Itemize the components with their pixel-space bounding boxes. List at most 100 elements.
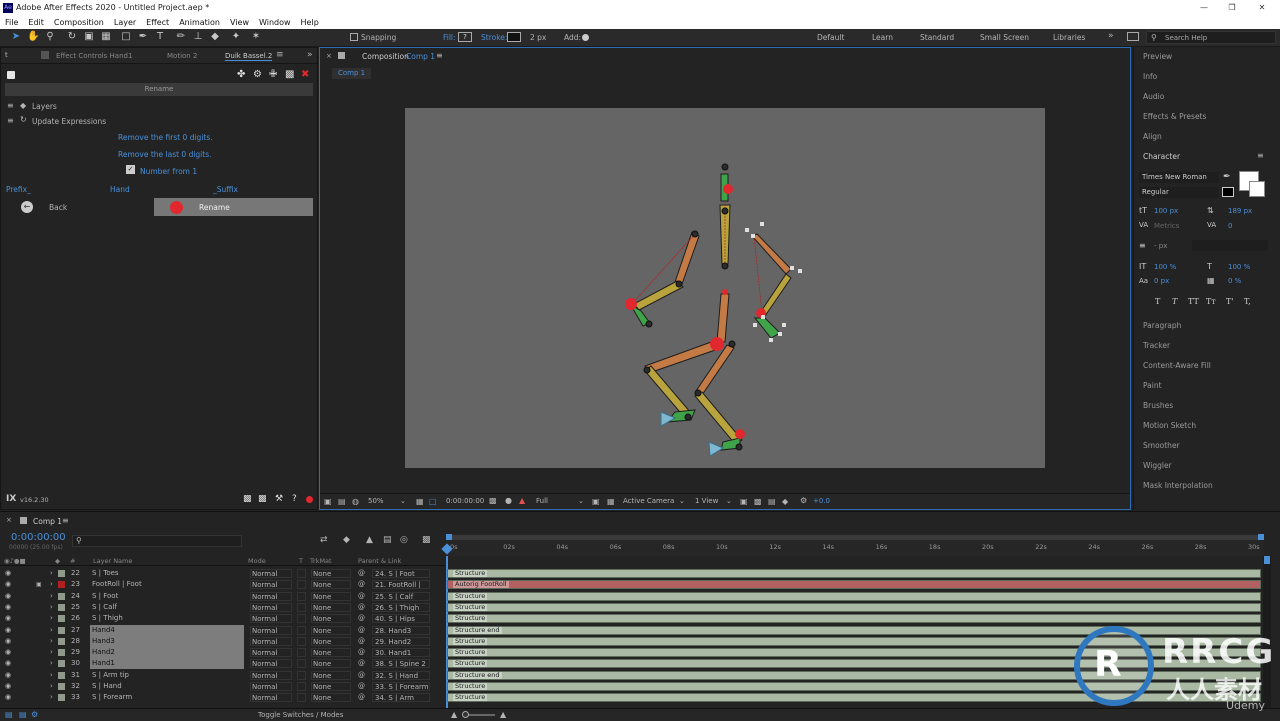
work-area-end-handle[interactable] bbox=[1258, 534, 1264, 540]
parent-select[interactable]: 26. S | Thigh bbox=[372, 602, 430, 612]
type-tool-icon[interactable]: T bbox=[154, 31, 166, 43]
comp-tab-label[interactable]: Composition bbox=[362, 52, 409, 61]
add-dot-icon[interactable] bbox=[582, 34, 589, 41]
trkmat-select[interactable]: None bbox=[311, 636, 351, 646]
trkmat-select[interactable]: None bbox=[311, 659, 351, 669]
visibility-eye-icon[interactable]: ◉ bbox=[5, 602, 11, 613]
duik-tools-icon[interactable]: ✖ bbox=[301, 69, 309, 80]
close-comp-icon[interactable]: × bbox=[326, 52, 332, 60]
pick-whip-icon[interactable]: @ bbox=[358, 692, 365, 703]
panel-paint[interactable]: Paint bbox=[1143, 381, 1162, 390]
transfer-controls-icon[interactable]: ▤ bbox=[19, 710, 27, 719]
visibility-eye-icon[interactable]: ◉ bbox=[5, 636, 11, 647]
timeline-zoom-thumb[interactable] bbox=[462, 711, 469, 718]
chat-icon[interactable]: ▩ bbox=[243, 494, 252, 504]
tab-duik[interactable]: Duik Bassel.2 bbox=[225, 52, 273, 61]
panel-preview[interactable]: Preview bbox=[1143, 52, 1172, 61]
menu-help[interactable]: Help bbox=[296, 18, 324, 27]
visibility-eye-icon[interactable]: ◉ bbox=[5, 579, 11, 590]
layer-name[interactable]: S | Arm tip bbox=[90, 670, 244, 681]
zoom-dropdown-icon[interactable]: ⌄ bbox=[400, 497, 406, 505]
blend-mode-select[interactable]: Normal bbox=[250, 693, 292, 703]
workspace-small-screen[interactable]: Small Screen bbox=[980, 33, 1029, 42]
trkmat-select[interactable]: None bbox=[311, 569, 351, 578]
panel-content-aware-fill[interactable]: Content-Aware Fill bbox=[1143, 361, 1211, 370]
comp-menu-icon[interactable]: ≡ bbox=[436, 51, 443, 60]
trkmat-select[interactable]: None bbox=[311, 670, 351, 680]
clone-stamp-tool-icon[interactable]: ⊥ bbox=[192, 31, 204, 43]
duik-home-icon[interactable] bbox=[7, 71, 15, 79]
in-out-icon[interactable]: ⚙ bbox=[31, 710, 38, 719]
stroke-width[interactable]: 2 px bbox=[530, 33, 546, 42]
expand-arrow-icon[interactable]: › bbox=[50, 602, 53, 613]
fast-preview-icon[interactable]: ▦ bbox=[607, 497, 615, 506]
menu-file[interactable]: File bbox=[0, 18, 23, 27]
brush-tool-icon[interactable]: ✏ bbox=[175, 31, 187, 43]
fill-swatch[interactable]: ? bbox=[458, 32, 472, 42]
preserve-transparency-toggle[interactable] bbox=[297, 602, 306, 612]
visibility-eye-icon[interactable]: ◉ bbox=[5, 568, 11, 579]
pick-whip-icon[interactable]: @ bbox=[358, 647, 365, 658]
timeline-link-icon[interactable]: ▤ bbox=[768, 497, 776, 506]
visibility-eye-icon[interactable]: ◉ bbox=[5, 613, 11, 624]
snapshot-icon[interactable]: ▩ bbox=[489, 496, 497, 505]
workspace-standard[interactable]: Standard bbox=[920, 33, 954, 42]
font-size-value[interactable]: 100 px bbox=[1154, 207, 1178, 215]
rename-button[interactable]: Rename bbox=[154, 198, 313, 216]
preserve-transparency-toggle[interactable] bbox=[297, 636, 306, 646]
comp-mini-flowchart-icon[interactable]: ⇄ bbox=[320, 535, 328, 545]
expand-arrow-icon[interactable]: › bbox=[50, 670, 53, 681]
layer-name[interactable]: Hand2 bbox=[90, 647, 244, 659]
leading-value[interactable]: 189 px bbox=[1228, 207, 1252, 215]
blend-mode-select[interactable]: Normal bbox=[250, 614, 292, 624]
table-row[interactable]: ◉ › 33 S | Forearm Normal None @34. S | Arm Str… bbox=[0, 692, 1263, 703]
expand-arrow-icon[interactable]: › bbox=[50, 681, 53, 692]
transparency-grid-icon[interactable]: ▣ bbox=[592, 497, 600, 506]
visibility-eye-icon[interactable]: ◉ bbox=[5, 647, 11, 658]
time-ruler[interactable]: 0s 02s 04s 06s 08s 10s 12s 14s 16s 18s 20s 22s 24s 26… bbox=[446, 534, 1264, 556]
pick-whip-icon[interactable]: @ bbox=[358, 670, 365, 681]
superscript-button[interactable]: T' bbox=[1226, 297, 1234, 306]
rectangle-tool-icon[interactable]: □ bbox=[120, 31, 132, 43]
resolution-dropdown-icon[interactable]: ⌄ bbox=[578, 497, 584, 505]
trkmat-select[interactable]: None bbox=[311, 693, 351, 703]
lock-icon[interactable]: ▣ bbox=[36, 579, 42, 590]
layer-switches-icon[interactable]: ▤ bbox=[5, 710, 13, 719]
monitor-icon[interactable]: ▤ bbox=[338, 497, 346, 506]
preserve-transparency-toggle[interactable] bbox=[297, 659, 306, 669]
panel-brushes[interactable]: Brushes bbox=[1143, 401, 1173, 410]
preserve-transparency-toggle[interactable] bbox=[297, 580, 306, 590]
maximize-icon[interactable]: ❐ bbox=[1218, 0, 1246, 15]
exposure-icon[interactable]: ⚙ bbox=[800, 496, 807, 505]
fill-label[interactable]: Fill: bbox=[443, 33, 456, 42]
blend-mode-select[interactable]: Normal bbox=[250, 625, 292, 635]
expand-panel-icon[interactable]: » bbox=[307, 50, 313, 60]
panel-smoother[interactable]: Smoother bbox=[1143, 441, 1180, 450]
shy-layers-icon[interactable]: ▲ bbox=[366, 535, 373, 545]
rotate-tool-icon[interactable]: ↻ bbox=[66, 31, 78, 43]
tree-menu-icon-2[interactable]: ≡ bbox=[7, 116, 14, 125]
parent-select[interactable]: 29. Hand2 bbox=[372, 636, 430, 646]
label-color-swatch[interactable] bbox=[58, 694, 65, 702]
pick-whip-icon[interactable]: @ bbox=[358, 658, 365, 669]
puppet-tool-icon[interactable]: ✶ bbox=[250, 31, 262, 43]
visibility-eye-icon[interactable]: ◉ bbox=[5, 681, 11, 692]
expand-arrow-icon[interactable]: › bbox=[50, 658, 53, 669]
blend-mode-select[interactable]: Normal bbox=[250, 670, 292, 680]
baseline-value[interactable]: 0 px bbox=[1154, 277, 1169, 285]
name-field[interactable]: Hand bbox=[110, 185, 130, 194]
expand-arrow-icon[interactable]: › bbox=[50, 579, 53, 590]
suffix-field[interactable]: _Suffix bbox=[213, 185, 238, 194]
always-preview-icon[interactable]: ▣ bbox=[324, 497, 332, 506]
layer-name[interactable]: Hand3 bbox=[90, 635, 244, 647]
character-menu-icon[interactable]: ≡ bbox=[1257, 151, 1264, 160]
label-color-swatch[interactable] bbox=[58, 683, 65, 690]
duik-rigging-icon[interactable]: ✤ bbox=[237, 69, 245, 80]
panel-paragraph[interactable]: Paragraph bbox=[1143, 321, 1181, 330]
close-timeline-icon[interactable]: × bbox=[6, 516, 12, 524]
trkmat-select[interactable]: None bbox=[311, 580, 351, 590]
duik-constraints-icon[interactable]: ✙ bbox=[269, 69, 277, 80]
panel-motion-sketch[interactable]: Motion Sketch bbox=[1143, 421, 1196, 430]
label-color-swatch[interactable] bbox=[58, 637, 65, 645]
parent-select[interactable]: 33. S | Forearm bbox=[372, 682, 430, 691]
